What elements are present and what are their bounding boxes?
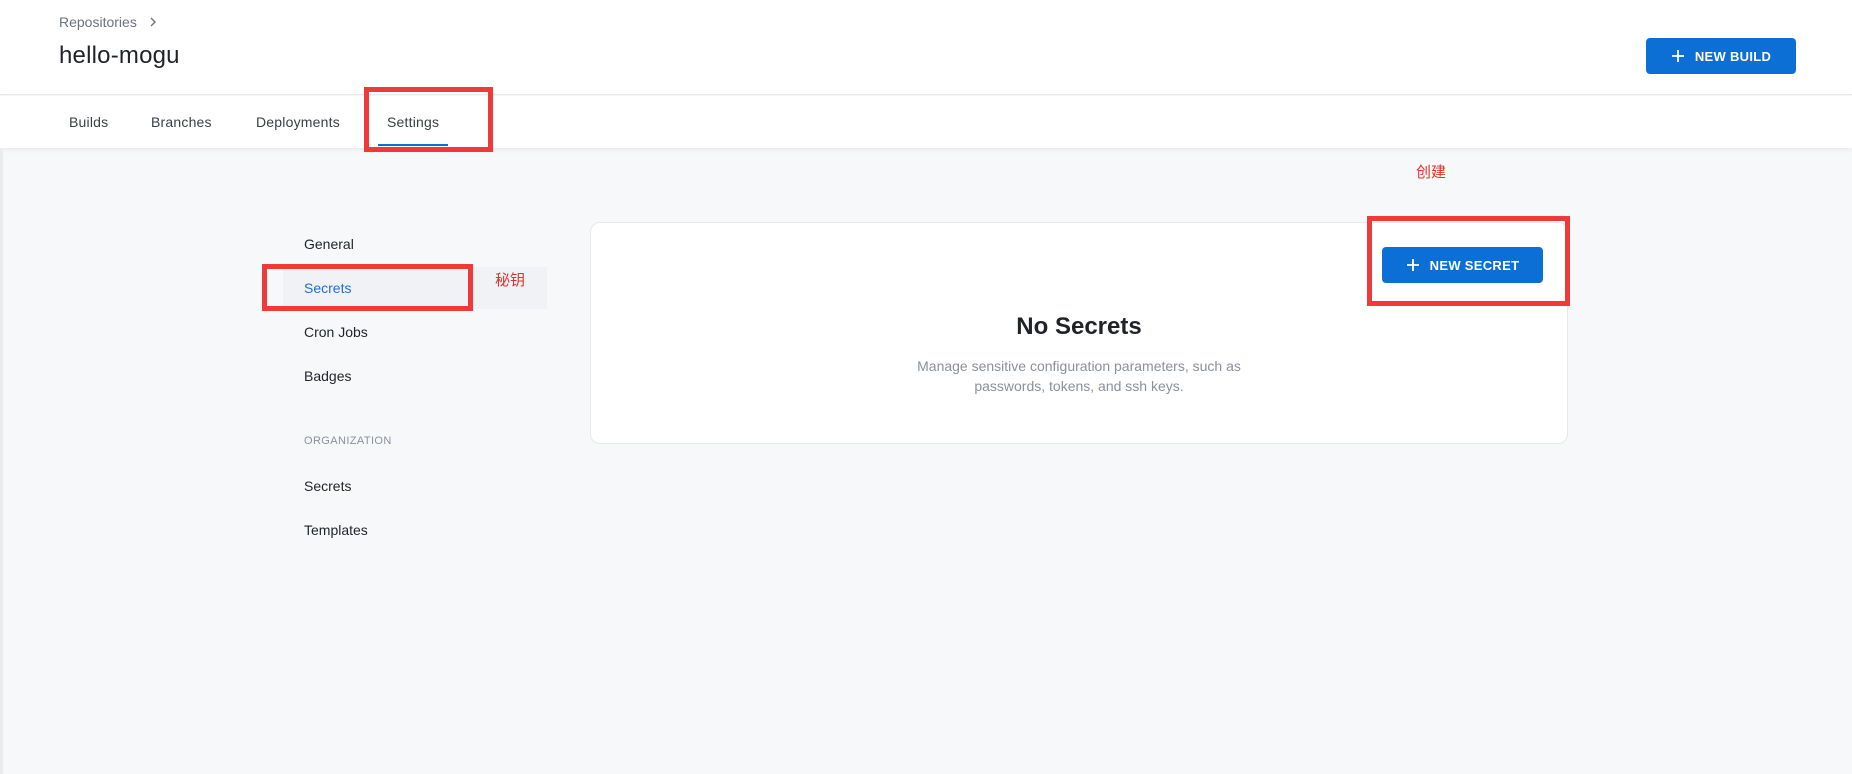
highlight-box-settings-tab [364, 87, 493, 152]
left-edge [0, 148, 3, 774]
empty-state-title: No Secrets [1016, 313, 1142, 340]
breadcrumb-repositories-link[interactable]: Repositories [59, 14, 137, 30]
page-title: hello-mogu [59, 42, 180, 69]
chevron-right-icon [150, 17, 156, 27]
sidebar-item-templates[interactable]: Templates [304, 522, 368, 538]
breadcrumb: Repositories [59, 14, 159, 30]
page-header: Repositories hello-mogu NEW BUILD [0, 0, 1852, 95]
sidebar-item-badges[interactable]: Badges [304, 368, 351, 384]
highlight-box-secrets-item [262, 264, 473, 311]
tab-builds[interactable]: Builds [69, 96, 108, 148]
tab-branches[interactable]: Branches [151, 96, 212, 148]
organization-section-label: ORGANIZATION [304, 435, 392, 447]
sidebar-item-cron-jobs[interactable]: Cron Jobs [304, 324, 368, 340]
highlight-box-new-secret [1367, 216, 1570, 306]
new-build-button[interactable]: NEW BUILD [1646, 38, 1796, 74]
plus-icon [1671, 50, 1684, 62]
repo-tabs: Builds Branches Deployments Settings [0, 96, 1852, 148]
new-build-label: NEW BUILD [1694, 48, 1772, 64]
tab-deployments[interactable]: Deployments [256, 96, 340, 148]
empty-state-description: Manage sensitive configuration parameter… [870, 356, 1288, 396]
empty-desc-line1: Manage sensitive configuration parameter… [917, 358, 1241, 374]
sidebar-item-org-secrets[interactable]: Secrets [304, 478, 351, 494]
sidebar-item-general[interactable]: General [304, 236, 354, 252]
empty-desc-line2: passwords, tokens, and ssh keys. [974, 378, 1184, 394]
annotation-create-note: 创建 [1416, 163, 1447, 181]
annotation-secrets-note: 秘钥 [495, 271, 526, 289]
